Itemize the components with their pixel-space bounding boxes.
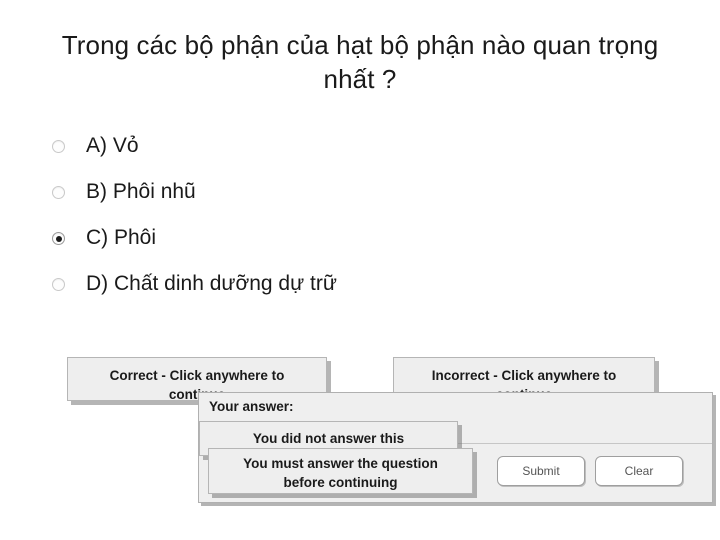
submit-button[interactable]: Submit xyxy=(497,456,585,486)
answer-choices-group: A) Vỏ B) Phôi nhũ C) Phôi D) Chất dinh d… xyxy=(52,132,612,316)
your-answer-label: Your answer: xyxy=(209,399,294,414)
quiz-slide: Trong các bộ phận của hạt bộ phận nào qu… xyxy=(0,0,720,540)
correct-feedback-line1: Correct - Click anywhere to xyxy=(109,368,285,383)
not-answered-feedback-text: You did not answer this xyxy=(200,422,457,448)
radio-button-a-icon[interactable] xyxy=(52,140,65,153)
must-answer-feedback-line2: before continuing xyxy=(283,475,398,490)
question-title: Trong các bộ phận của hạt bộ phận nào qu… xyxy=(61,30,659,94)
answer-choice-a[interactable]: A) Vỏ xyxy=(52,132,612,178)
not-answered-feedback-line1: You did not answer this xyxy=(252,431,405,446)
radio-button-d-icon[interactable] xyxy=(52,278,65,291)
radio-button-c-selected-icon[interactable] xyxy=(52,232,65,245)
clear-button[interactable]: Clear xyxy=(595,456,683,486)
answer-choice-d[interactable]: D) Chất dinh dưỡng dự trữ xyxy=(52,270,612,316)
must-answer-feedback-box[interactable]: You must answer the question before cont… xyxy=(208,448,473,494)
answer-choice-d-label: D) Chất dinh dưỡng dự trữ xyxy=(86,272,337,295)
answer-choice-a-label: A) Vỏ xyxy=(86,134,139,157)
answer-choice-b-label: B) Phôi nhũ xyxy=(86,180,196,203)
radio-button-b-icon[interactable] xyxy=(52,186,65,199)
incorrect-feedback-line1: Incorrect - Click anywhere to xyxy=(431,368,617,383)
answer-choice-c-label: C) Phôi xyxy=(86,226,157,249)
answer-choice-c[interactable]: C) Phôi xyxy=(52,224,612,270)
answer-choice-b[interactable]: B) Phôi nhũ xyxy=(52,178,612,224)
must-answer-feedback-text: You must answer the question before cont… xyxy=(209,449,472,492)
must-answer-feedback-line1: You must answer the question xyxy=(243,456,438,471)
